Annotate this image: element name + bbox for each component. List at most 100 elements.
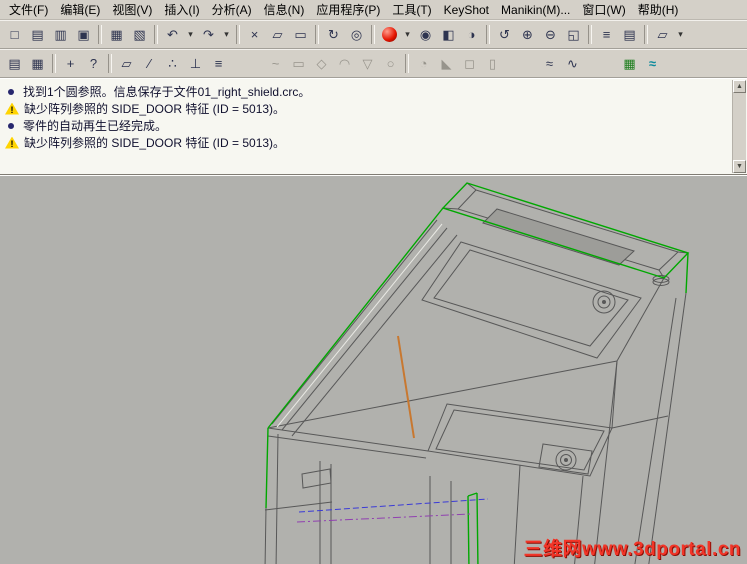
toolbar-separator — [154, 25, 158, 44]
menu-manikin[interactable]: Manikin(M)... — [495, 2, 576, 18]
warp-tool-icon[interactable]: ∿ — [562, 53, 583, 74]
open-session-icon[interactable]: ▥ — [50, 24, 71, 45]
shell-tool-icon[interactable]: ◻ — [459, 53, 480, 74]
menu-help[interactable]: 帮助(H) — [632, 0, 685, 19]
datum-csys-icon[interactable]: ⊥ — [185, 53, 206, 74]
main-toolbar: □ ▤ ▥ ▣ ▦ ▧ ↶ ▾ ↷ ▾ × ▱ ▭ ↻ ◎ ▾ ◉ ◧ ◑ ↺ ⊕ ⊖ ◱ ≡ ▤ ▱ ▾ — [0, 20, 747, 49]
sweep-tool-icon[interactable]: ◠ — [334, 53, 355, 74]
cad-application-window: 文件(F) 编辑(E) 视图(V) 插入(I) 分析(A) 信息(N) 应用程序(P) 工具(… — [0, 0, 747, 564]
save-icon[interactable]: ▣ — [73, 24, 94, 45]
message-line: ! 缺少阵列参照的 SIDE_DOOR 特征 (ID = 5013)。 — [5, 134, 731, 151]
regenerate-icon[interactable]: ↻ — [323, 24, 344, 45]
graphics-viewport[interactable]: 三维网www.3dportal.cn — [0, 175, 747, 564]
model-grid-icon[interactable]: ▦ — [27, 53, 48, 74]
message-lines: 找到1个圆参照。信息保存于文件01_right_shield.crc。! 缺少阵列… — [5, 83, 731, 151]
cut-icon[interactable]: × — [244, 24, 265, 45]
toolbar-gap — [230, 63, 264, 64]
toolbar-separator — [486, 25, 490, 44]
view-manager-icon[interactable]: ▤ — [619, 24, 640, 45]
shading-icon[interactable]: ◑ — [461, 24, 482, 45]
message-text: 找到1个圆参照。信息保存于文件01_right_shield.crc。 — [23, 85, 311, 99]
toolbar-separator — [52, 54, 56, 73]
new-file-icon[interactable]: □ — [4, 24, 25, 45]
print-preview-icon[interactable]: ▧ — [129, 24, 150, 45]
blend-tool-icon[interactable]: ▽ — [357, 53, 378, 74]
wireframe-model[interactable] — [0, 176, 747, 564]
hole-tool-icon[interactable]: ○ — [380, 53, 401, 74]
style-surface-icon[interactable]: ≈ — [539, 53, 560, 74]
toolbar-gap — [584, 63, 618, 64]
menu-keyshot[interactable]: KeyShot — [438, 2, 495, 18]
toolbar-separator — [236, 25, 240, 44]
scroll-up-icon[interactable]: ▲ — [733, 80, 746, 93]
message-text: 缺少阵列参照的 SIDE_DOOR 特征 (ID = 5013)。 — [24, 102, 286, 116]
layer-stack-icon[interactable]: ≡ — [208, 53, 229, 74]
undo-icon[interactable]: ↶ — [162, 24, 183, 45]
scroll-down-icon[interactable]: ▼ — [733, 160, 746, 173]
menu-analysis[interactable]: 分析(A) — [206, 0, 258, 19]
redo-dropdown-icon[interactable]: ▾ — [221, 24, 232, 45]
refit-icon[interactable]: ◱ — [563, 24, 584, 45]
datum-plane-icon[interactable]: ▱ — [116, 53, 137, 74]
sheet-table-icon[interactable]: ▦ — [619, 53, 640, 74]
hidden-line-icon[interactable]: ◧ — [438, 24, 459, 45]
find-icon[interactable]: ◎ — [346, 24, 367, 45]
message-scrollbar[interactable]: ▲ ▼ — [732, 80, 746, 173]
datum-axis-icon[interactable]: ∕ — [139, 53, 160, 74]
toolbar-separator — [371, 25, 375, 44]
menu-file[interactable]: 文件(F) — [3, 0, 54, 19]
layers-icon[interactable]: ≡ — [596, 24, 617, 45]
menu-edit[interactable]: 编辑(E) — [54, 0, 106, 19]
datum-point-icon[interactable]: ∴ — [162, 53, 183, 74]
message-text: 缺少阵列参照的 SIDE_DOOR 特征 (ID = 5013)。 — [24, 136, 286, 150]
feature-toolbar: ▤ ▦ +? ▱ ∕ ∴ ⊥ ≡ ~ ▭ ◇ ◠ ▽ ○ ◔ ◣ ◻ ▯ ≈ ∿ ▦ ≈ — [0, 49, 747, 78]
redo-icon[interactable]: ↷ — [198, 24, 219, 45]
warning-icon: ! — [5, 102, 19, 115]
message-line: ! 缺少阵列参照的 SIDE_DOOR 特征 (ID = 5013)。 — [5, 100, 731, 117]
surface-waves-icon[interactable]: ≈ — [642, 53, 663, 74]
appearance-dropdown-icon[interactable]: ▾ — [402, 24, 413, 45]
toolbar-separator — [644, 25, 648, 44]
toolbar-gap — [504, 63, 538, 64]
view-eye-icon[interactable]: ◉ — [415, 24, 436, 45]
copy-icon[interactable]: ▱ — [267, 24, 288, 45]
menu-bar: 文件(F) 编辑(E) 视图(V) 插入(I) 分析(A) 信息(N) 应用程序(P) 工具(… — [0, 0, 747, 20]
menu-applications[interactable]: 应用程序(P) — [310, 0, 386, 19]
menu-info[interactable]: 信息(N) — [258, 0, 311, 19]
search-book-icon[interactable]: ▤ — [4, 53, 25, 74]
undo-dropdown-icon[interactable]: ▾ — [185, 24, 196, 45]
message-line: 找到1个圆参照。信息保存于文件01_right_shield.crc。 — [5, 83, 731, 100]
context-help-icon[interactable]: ? — [83, 53, 104, 74]
toolbar-separator — [108, 54, 112, 73]
menu-insert[interactable]: 插入(I) — [158, 0, 205, 19]
paste-icon[interactable]: ▭ — [290, 24, 311, 45]
annotate-icon[interactable]: ▱ — [652, 24, 673, 45]
info-dot-icon — [8, 88, 14, 95]
chamfer-tool-icon[interactable]: ◣ — [436, 53, 457, 74]
site-watermark: 三维网www.3dportal.cn — [523, 539, 741, 560]
redraw-icon[interactable]: ↺ — [494, 24, 515, 45]
toolbar-separator — [405, 54, 409, 73]
menu-tools[interactable]: 工具(T) — [386, 0, 437, 19]
toolbar-separator — [98, 25, 102, 44]
extrude-tool-icon[interactable]: ▭ — [288, 53, 309, 74]
warning-icon: ! — [5, 136, 19, 149]
appearance-sphere-icon[interactable] — [379, 24, 400, 45]
zoom-out-icon[interactable]: ⊖ — [540, 24, 561, 45]
rib-tool-icon[interactable]: ▯ — [482, 53, 503, 74]
round-tool-icon[interactable]: ◔ — [413, 53, 434, 74]
toolbar-separator — [588, 25, 592, 44]
sketch-tool-icon[interactable]: ~ — [265, 53, 286, 74]
revolve-tool-icon[interactable]: ◇ — [311, 53, 332, 74]
toolbar-separator — [315, 25, 319, 44]
menu-window[interactable]: 窗口(W) — [576, 0, 631, 19]
menu-view[interactable]: 视图(V) — [106, 0, 158, 19]
message-area: 找到1个圆参照。信息保存于文件01_right_shield.crc。! 缺少阵列… — [0, 78, 747, 175]
pan-hand-icon[interactable]: + — [60, 53, 81, 74]
open-file-icon[interactable]: ▤ — [27, 24, 48, 45]
message-line: 零件的自动再生已经完成。 — [5, 117, 731, 134]
print-icon[interactable]: ▦ — [106, 24, 127, 45]
message-text: 零件的自动再生已经完成。 — [23, 119, 168, 133]
saved-views-dropdown-icon[interactable]: ▾ — [675, 24, 686, 45]
zoom-in-icon[interactable]: ⊕ — [517, 24, 538, 45]
